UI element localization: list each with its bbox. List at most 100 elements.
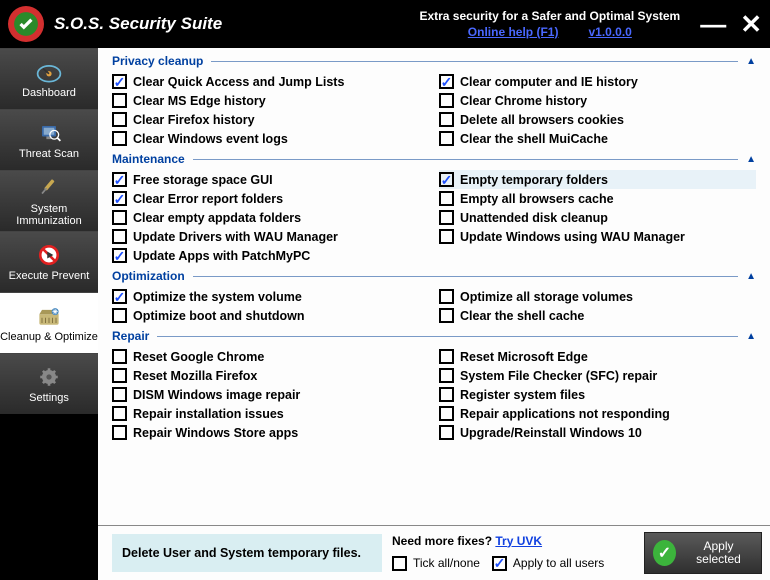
apply-selected-button[interactable]: ✓ Apply selected	[644, 532, 762, 574]
checkbox-icon	[439, 191, 454, 206]
need-more-fixes: Need more fixes? Try UVK	[392, 534, 634, 548]
minimize-button[interactable]: —	[700, 11, 726, 37]
checkbox-option[interactable]: Clear computer and IE history	[439, 72, 756, 91]
checkbox-icon	[439, 387, 454, 402]
checkbox-icon	[439, 308, 454, 323]
help-link[interactable]: Online help (F1)	[468, 25, 559, 39]
main-panel: Privacy cleanup▲ Clear Quick Access and J…	[98, 48, 770, 580]
collapse-icon: ▲	[746, 271, 756, 282]
sidebar: Dashboard Threat Scan System Immunizatio…	[0, 48, 98, 580]
checkbox-icon	[112, 425, 127, 440]
checkbox-option[interactable]: Reset Google Chrome	[112, 347, 429, 366]
checkbox-option[interactable]: Update Drivers with WAU Manager	[112, 227, 429, 246]
apply-all-users-checkbox[interactable]: Apply to all users	[492, 554, 604, 573]
section-header-maintenance[interactable]: Maintenance▲	[112, 152, 756, 166]
checkbox-option[interactable]: Clear the shell MuiCache	[439, 129, 756, 148]
dashboard-icon	[35, 59, 63, 85]
immunization-icon	[35, 175, 63, 201]
checkbox-icon	[112, 74, 127, 89]
checkbox-icon	[439, 425, 454, 440]
checkbox-icon	[112, 349, 127, 364]
checkbox-option[interactable]: Clear Error report folders	[112, 189, 429, 208]
checkbox-icon	[112, 210, 127, 225]
checkbox-option[interactable]: Free storage space GUI	[112, 170, 429, 189]
sidebar-item-execute-prevent[interactable]: Execute Prevent	[0, 231, 98, 292]
checkbox-icon	[439, 93, 454, 108]
checkbox-option[interactable]: Optimize boot and shutdown	[112, 306, 429, 325]
checkbox-icon	[112, 172, 127, 187]
checkbox-icon	[112, 289, 127, 304]
checkbox-option[interactable]: Delete all browsers cookies	[439, 110, 756, 129]
checkbox-option[interactable]: System File Checker (SFC) repair	[439, 366, 756, 385]
sidebar-item-threat-scan[interactable]: Threat Scan	[0, 109, 98, 170]
checkbox-option[interactable]: Reset Mozilla Firefox	[112, 366, 429, 385]
tooltip-text: Delete User and System temporary files.	[112, 534, 382, 572]
checkbox-icon	[439, 349, 454, 364]
collapse-icon: ▲	[746, 154, 756, 165]
checkbox-icon	[112, 191, 127, 206]
checkbox-icon	[112, 308, 127, 323]
checkbox-option[interactable]: Clear Chrome history	[439, 91, 756, 110]
checkbox-icon	[439, 131, 454, 146]
checkbox-option[interactable]: Unattended disk cleanup	[439, 208, 756, 227]
sidebar-item-system-immunization[interactable]: System Immunization	[0, 170, 98, 231]
checkbox-icon	[439, 74, 454, 89]
checkbox-icon	[439, 172, 454, 187]
titlebar: S.O.S. Security Suite Extra security for…	[0, 0, 770, 48]
checkbox-icon	[112, 131, 127, 146]
execute-prevent-icon	[35, 242, 63, 268]
checkbox-option[interactable]: Update Windows using WAU Manager	[439, 227, 756, 246]
checkbox-icon	[439, 368, 454, 383]
sidebar-item-dashboard[interactable]: Dashboard	[0, 48, 98, 109]
app-title: S.O.S. Security Suite	[54, 14, 222, 34]
checkbox-option[interactable]: Upgrade/Reinstall Windows 10	[439, 423, 756, 442]
section-header-privacy[interactable]: Privacy cleanup▲	[112, 54, 756, 68]
collapse-icon: ▲	[746, 331, 756, 342]
checkbox-option[interactable]: Repair installation issues	[112, 404, 429, 423]
checkbox-icon	[439, 229, 454, 244]
checkbox-option[interactable]: Repair Windows Store apps	[112, 423, 429, 442]
checkbox-option[interactable]: Optimize all storage volumes	[439, 287, 756, 306]
checkbox-option[interactable]: Clear the shell cache	[439, 306, 756, 325]
checkbox-option[interactable]: Clear Windows event logs	[112, 129, 429, 148]
close-button[interactable]: ✕	[740, 11, 762, 37]
checkbox-option[interactable]: Clear Firefox history	[112, 110, 429, 129]
version-link[interactable]: v1.0.0.0	[588, 25, 631, 39]
title-right: Extra security for a Safer and Optimal S…	[419, 9, 680, 39]
checkbox-icon	[439, 210, 454, 225]
checkbox-icon	[112, 93, 127, 108]
tagline: Extra security for a Safer and Optimal S…	[419, 9, 680, 23]
section-header-optimization[interactable]: Optimization▲	[112, 269, 756, 283]
checkbox-option[interactable]: DISM Windows image repair	[112, 385, 429, 404]
checkbox-icon	[439, 406, 454, 421]
checkbox-option[interactable]: Clear Quick Access and Jump Lists	[112, 72, 429, 91]
checkbox-option[interactable]: Clear MS Edge history	[112, 91, 429, 110]
settings-icon	[35, 364, 63, 390]
check-icon: ✓	[653, 540, 676, 566]
cleanup-icon	[35, 303, 63, 329]
threat-scan-icon	[35, 120, 63, 146]
checkbox-option[interactable]: Optimize the system volume	[112, 287, 429, 306]
sidebar-item-cleanup-optimize[interactable]: Cleanup & Optimize	[0, 292, 98, 353]
checkbox-icon	[112, 248, 127, 263]
window-controls: — ✕	[700, 11, 762, 37]
sidebar-item-settings[interactable]: Settings	[0, 353, 98, 414]
try-uvk-link[interactable]: Try UVK	[495, 534, 542, 548]
checkbox-option[interactable]: Clear empty appdata folders	[112, 208, 429, 227]
checkbox-icon	[439, 289, 454, 304]
checkbox-option[interactable]: Empty temporary folders	[439, 170, 756, 189]
app-logo-icon	[8, 6, 44, 42]
checkbox-option[interactable]: Register system files	[439, 385, 756, 404]
checkbox-option[interactable]: Empty all browsers cache	[439, 189, 756, 208]
checkbox-icon	[112, 112, 127, 127]
tick-all-checkbox[interactable]: Tick all/none	[392, 554, 480, 573]
collapse-icon: ▲	[746, 56, 756, 67]
section-header-repair[interactable]: Repair▲	[112, 329, 756, 343]
checkbox-icon	[112, 368, 127, 383]
checkbox-icon	[439, 112, 454, 127]
checkbox-option[interactable]: Update Apps with PatchMyPC	[112, 246, 429, 265]
checkbox-option[interactable]: Repair applications not responding	[439, 404, 756, 423]
checkbox-icon	[112, 406, 127, 421]
checkbox-option[interactable]: Reset Microsoft Edge	[439, 347, 756, 366]
checkbox-icon	[112, 387, 127, 402]
